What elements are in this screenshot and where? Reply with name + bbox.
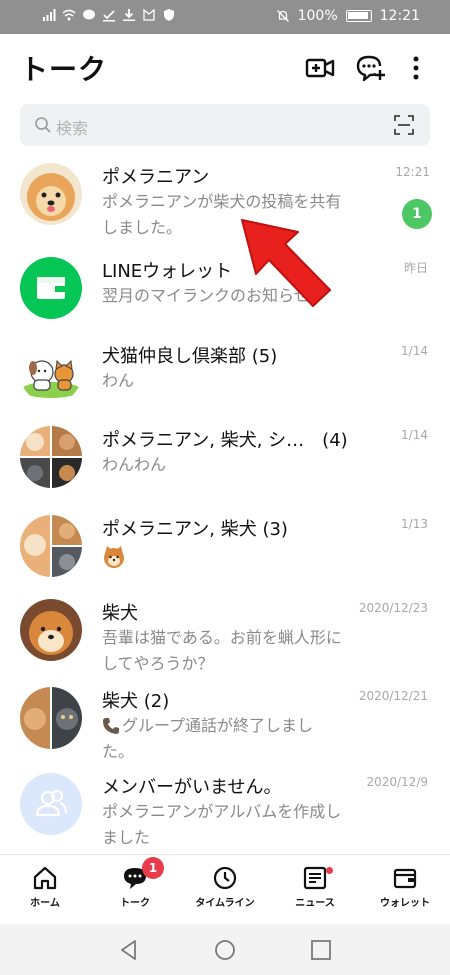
avatar	[20, 342, 82, 404]
chat-last-message: わんわん	[102, 455, 167, 474]
bottom-tab-bar: ホーム 1 トーク タイムライン ニュース ウォレット	[0, 854, 450, 924]
chat-name: メンバーがいません。	[102, 777, 282, 798]
chat-name: LINEウォレット	[102, 261, 233, 282]
home-icon	[33, 866, 57, 890]
chat-time: 1/14	[401, 344, 428, 358]
new-chat-icon[interactable]	[354, 52, 386, 84]
group-placeholder-icon	[35, 789, 68, 817]
check-download-icon	[103, 10, 115, 22]
avatar	[20, 687, 82, 749]
header: トーク	[0, 34, 450, 102]
wifi-icon	[62, 9, 76, 21]
qr-scan-icon[interactable]	[394, 115, 414, 135]
chat-last-message: わん	[102, 371, 135, 390]
wallet-tab-icon	[393, 868, 417, 889]
shield-icon	[164, 9, 174, 21]
chat-time: 2020/12/9	[366, 775, 428, 789]
tab-talk[interactable]: 1 トーク	[90, 857, 180, 921]
chat-name: 柴犬 (2)	[102, 691, 170, 712]
system-navigation-bar	[0, 924, 450, 975]
chat-time: 2020/12/23	[358, 601, 428, 615]
talk-unread-badge: 1	[142, 857, 164, 879]
avatar	[20, 515, 82, 577]
video-call-icon[interactable]	[304, 52, 336, 84]
clock-icon	[213, 866, 237, 890]
chat-name: ポメラニアン, 柴犬, シ… (4)	[102, 430, 348, 451]
chat-item-shiba-group[interactable]: 柴犬 (2) グループ通話が終了しました。 2020/12/21	[0, 687, 450, 773]
avatar	[20, 257, 82, 319]
avatar	[20, 773, 82, 835]
news-notification-dot	[326, 867, 333, 874]
chat-time: 1/13	[401, 517, 428, 531]
chat-item-pomeranian[interactable]: ポメラニアン ポメラニアンが柴犬の投稿を共有しました。 12:21 1	[0, 163, 450, 249]
tab-wallet[interactable]: ウォレット	[360, 865, 450, 921]
mail-icon	[143, 8, 155, 21]
tab-label: タイムライン	[195, 898, 255, 909]
chat-item-no-members[interactable]: メンバーがいません。 ポメラニアンがアルバムを作成しました 2020/12/9	[0, 773, 450, 859]
avatar	[20, 426, 82, 488]
back-icon[interactable]	[117, 938, 141, 962]
chat-time: 2020/12/21	[358, 689, 428, 703]
line-notification-icon	[83, 9, 95, 20]
chat-last-message: 吾輩は猫である。お前を蝋人形にしてやろうか？	[102, 628, 342, 673]
more-options-icon[interactable]	[400, 52, 432, 84]
chat-name: 柴犬	[102, 603, 138, 624]
battery-icon	[345, 10, 372, 22]
chat-time: 昨日	[403, 261, 428, 275]
red-arrow-annotation	[241, 219, 331, 307]
chat-item-group-dog-cat-club[interactable]: 犬猫仲良し倶楽部 (5) わん 1/14	[0, 342, 450, 428]
page-title: トーク	[20, 53, 108, 86]
chat-last-message: グループ通話が終了しました。	[102, 716, 314, 761]
avatar	[20, 599, 82, 661]
tab-label: ニュース	[295, 898, 335, 909]
chat-time: 1/14	[401, 428, 428, 442]
unread-badge: 1	[402, 199, 432, 229]
download-icon	[123, 9, 135, 21]
mute-bell-icon	[276, 10, 289, 22]
tab-timeline[interactable]: タイムライン	[180, 865, 270, 921]
status-icons-left	[42, 8, 176, 22]
recents-icon[interactable]	[309, 938, 333, 962]
news-icon	[303, 866, 327, 890]
signal-icon	[43, 9, 56, 21]
home-circle-icon[interactable]	[213, 938, 237, 962]
chat-item-shiba[interactable]: 柴犬 吾輩は猫である。お前を蝋人形にしてやろうか？ 2020/12/23	[0, 599, 450, 685]
tab-news[interactable]: ニュース	[270, 865, 360, 921]
battery-percent: 100%	[297, 8, 338, 24]
chat-item-line-wallet[interactable]: LINEウォレット 翌月のマイランクのお知らせ 昨日	[0, 257, 450, 343]
chat-name: ポメラニアン, 柴犬 (3)	[102, 519, 288, 540]
search-placeholder: 検索	[56, 119, 89, 138]
chat-last-message: ポメラニアンがアルバムを作成しました	[102, 802, 342, 847]
wallet-icon	[37, 277, 65, 299]
status-bar: 100% 12:21	[0, 0, 450, 34]
tab-label: トーク	[120, 898, 150, 909]
tab-home[interactable]: ホーム	[0, 865, 90, 921]
chat-name: 犬猫仲良し倶楽部 (5)	[102, 346, 278, 367]
status-time: 12:21	[379, 8, 420, 24]
chat-item-group-pomeranian-shiba[interactable]: ポメラニアン, 柴犬, シ… (4) わんわん 1/14	[0, 426, 450, 512]
shiba-emoji-icon	[104, 546, 124, 568]
chat-name: ポメラニアン	[102, 167, 210, 188]
tab-label: ホーム	[30, 898, 60, 909]
chat-item-group-pomeranian-shiba-3[interactable]: ポメラニアン, 柴犬 (3) 1/13	[0, 515, 450, 601]
search-bar[interactable]: 検索	[20, 104, 430, 146]
search-icon	[35, 117, 51, 133]
tab-label: ウォレット	[380, 898, 430, 909]
status-icons-right: 100% 12:21	[276, 8, 420, 24]
chat-time: 12:21	[395, 165, 430, 179]
avatar	[20, 163, 82, 225]
